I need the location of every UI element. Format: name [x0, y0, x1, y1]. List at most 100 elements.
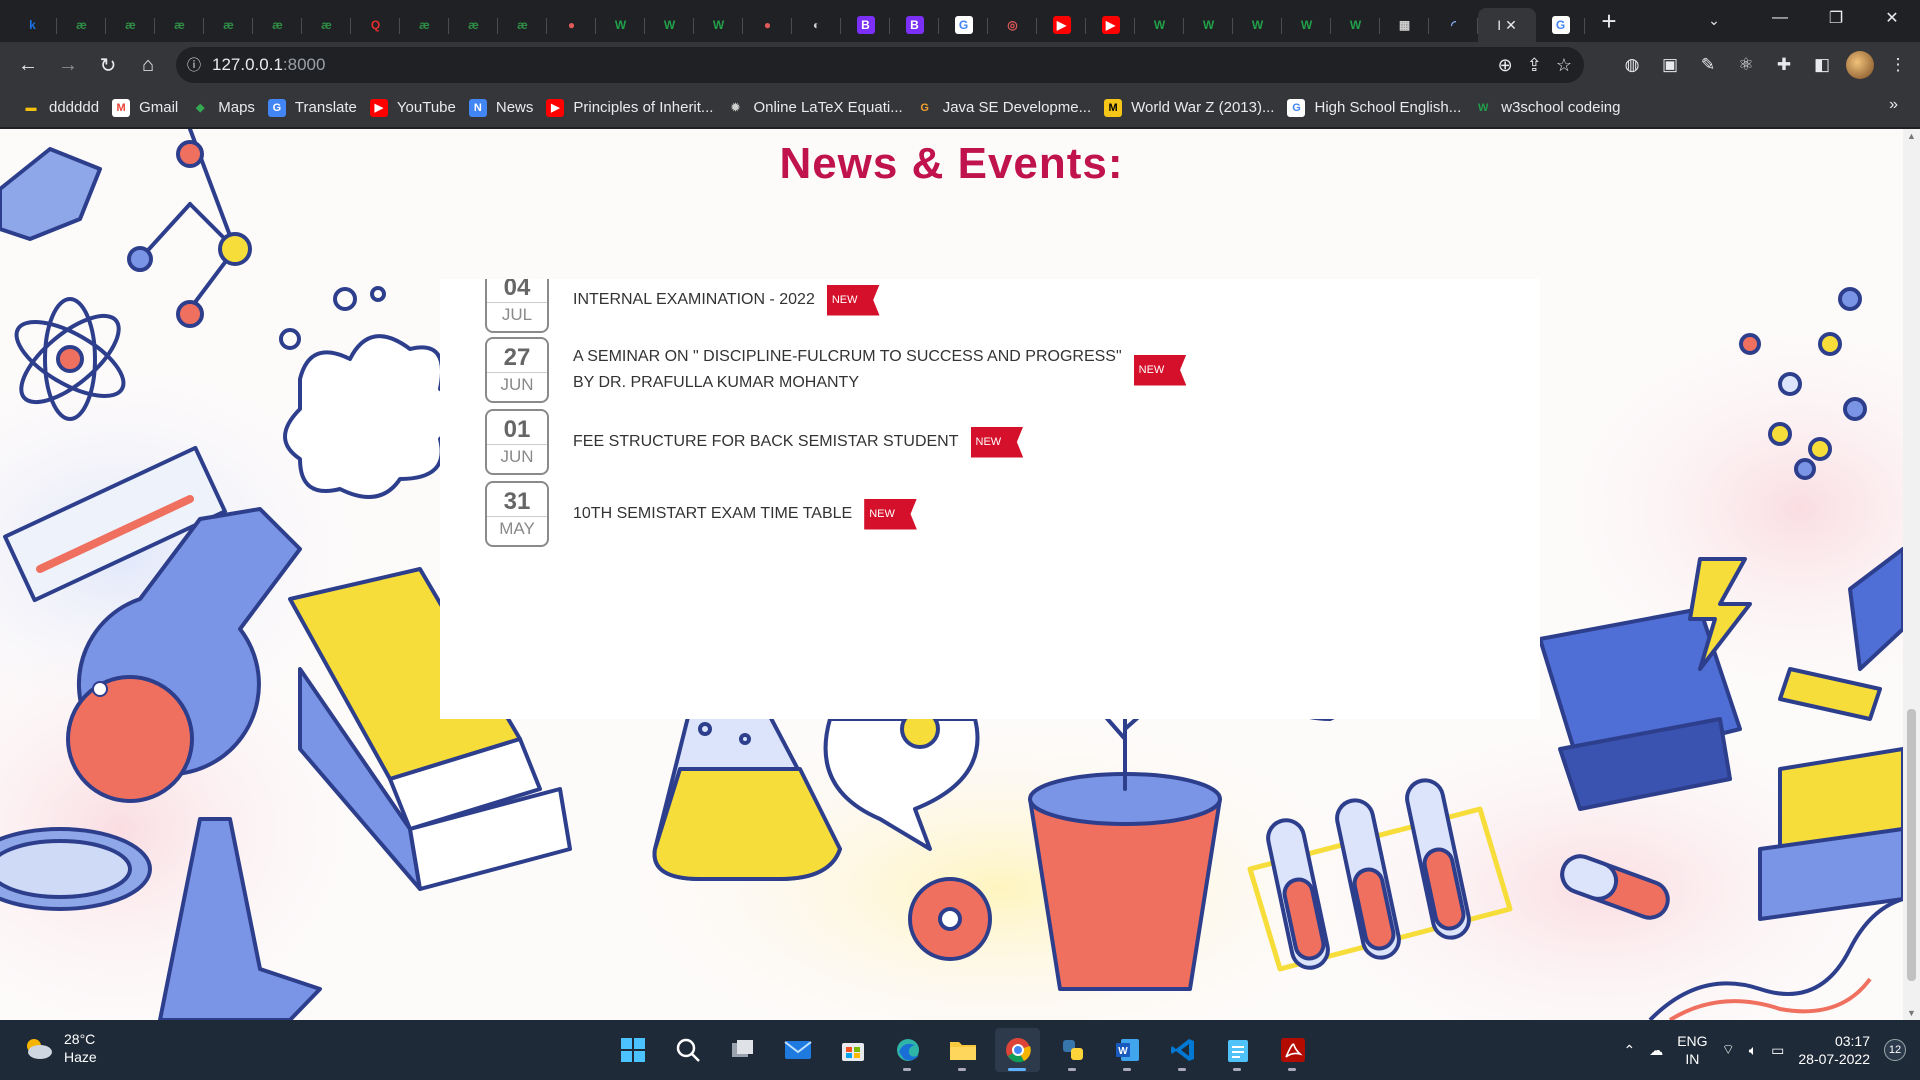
bookmark-item[interactable]: ▬ dddddd — [18, 94, 108, 122]
browser-tab[interactable]: B — [841, 8, 890, 42]
puzzle-icon[interactable]: ✚ — [1770, 51, 1798, 79]
browser-tab[interactable]: G — [1536, 8, 1585, 42]
news-item[interactable]: 04 JUL INTERNAL EXAMINATION - 2022 New — [485, 279, 880, 333]
forward-button[interactable]: → — [48, 47, 88, 83]
onedrive-icon[interactable]: ☁ — [1649, 1042, 1663, 1059]
new-tab-button[interactable]: + — [1591, 3, 1627, 39]
news-link[interactable]: INTERNAL EXAMINATION - 2022 New — [573, 284, 880, 316]
language-indicator[interactable]: ENG IN — [1677, 1032, 1707, 1068]
show-hidden-icons-icon[interactable]: ⌃ — [1623, 1042, 1635, 1059]
pen-extension-icon[interactable]: ✎ — [1694, 51, 1722, 79]
browser-tab[interactable]: W — [645, 8, 694, 42]
browser-tab[interactable]: ▦ — [1380, 8, 1429, 42]
bookmark-item[interactable]: N News — [465, 94, 543, 122]
browser-tab[interactable]: W — [1135, 8, 1184, 42]
bookmark-item[interactable]: ✹ Online LaTeX Equati... — [722, 94, 911, 122]
scroll-up-icon[interactable]: ▲ — [1907, 131, 1916, 141]
start-button[interactable] — [610, 1028, 655, 1072]
browser-tab[interactable]: ▶ — [1086, 8, 1135, 42]
browser-tab[interactable]: æ — [253, 8, 302, 42]
browser-tab[interactable]: W — [1282, 8, 1331, 42]
battery-icon[interactable]: ▭ — [1771, 1042, 1784, 1059]
browser-tab[interactable]: W — [694, 8, 743, 42]
browser-tab[interactable]: ◐ — [792, 8, 841, 42]
news-item[interactable]: 31 MAY 10TH SEMISTART EXAM TIME TABLE New — [485, 481, 917, 547]
search-button[interactable] — [665, 1028, 710, 1072]
python-app[interactable] — [1050, 1028, 1095, 1072]
browser-tab[interactable]: W — [1233, 8, 1282, 42]
browser-tab[interactable]: G — [939, 8, 988, 42]
news-link[interactable]: A SEMINAR ON " DISCIPLINE-FULCRUM TO SUC… — [573, 344, 1187, 396]
word-app[interactable]: W — [1105, 1028, 1150, 1072]
bookmark-item[interactable]: ▶ Principles of Inherit... — [542, 94, 722, 122]
active-browser-tab[interactable]: I ✕ — [1478, 8, 1536, 42]
news-link[interactable]: 10TH SEMISTART EXAM TIME TABLE New — [573, 498, 917, 530]
bookmark-star-icon[interactable]: ☆ — [1556, 55, 1572, 76]
browser-tab[interactable]: æ — [155, 8, 204, 42]
browser-tab[interactable]: W — [1331, 8, 1380, 42]
browser-tab[interactable]: Q — [351, 8, 400, 42]
news-link[interactable]: FEE STRUCTURE FOR BACK SEMISTAR STUDENT N… — [573, 426, 1024, 458]
browser-tab[interactable]: æ — [106, 8, 155, 42]
acrobat-app[interactable] — [1270, 1028, 1315, 1072]
profile-avatar[interactable] — [1846, 51, 1874, 79]
browser-tab[interactable]: W — [596, 8, 645, 42]
bookmark-item[interactable]: M World War Z (2013)... — [1100, 94, 1283, 122]
bookmarks-overflow-icon[interactable]: » — [1889, 96, 1898, 114]
mail-app[interactable] — [775, 1028, 820, 1072]
volume-icon[interactable]: 🔈︎ — [1749, 1042, 1757, 1059]
bookmark-item[interactable]: G Translate — [264, 94, 366, 122]
browser-tab[interactable]: æ — [498, 8, 547, 42]
chrome-app[interactable] — [995, 1028, 1040, 1072]
side-panel-icon[interactable]: ◧ — [1808, 51, 1836, 79]
page-scrollbar[interactable]: ▲ ▼ — [1903, 129, 1920, 1020]
bookmark-item[interactable]: M Gmail — [108, 94, 187, 122]
address-bar[interactable]: ⓘ 127.0.0.1:8000 ⊕ ⇪ ☆ — [176, 47, 1584, 83]
news-item[interactable]: 01 JUN FEE STRUCTURE FOR BACK SEMISTAR STU… — [485, 409, 1024, 475]
browser-tab[interactable]: æ — [400, 8, 449, 42]
browser-tab[interactable]: ◜ — [1429, 8, 1478, 42]
close-window-button[interactable]: ✕ — [1864, 0, 1920, 36]
weather-widget[interactable]: 28°C Haze — [22, 1030, 97, 1066]
restore-button[interactable]: ❐ — [1808, 0, 1864, 36]
task-view-button[interactable] — [720, 1028, 765, 1072]
site-info-icon[interactable]: ⓘ — [176, 55, 212, 75]
file-explorer-app[interactable] — [940, 1028, 985, 1072]
bookmark-item[interactable]: ◆ Maps — [187, 94, 264, 122]
news-item[interactable]: 27 JUN A SEMINAR ON " DISCIPLINE-FULCRUM T… — [485, 337, 1187, 403]
notification-badge[interactable]: 12 — [1884, 1039, 1906, 1061]
minimize-button[interactable]: — — [1752, 0, 1808, 36]
browser-tab[interactable]: æ — [302, 8, 351, 42]
clock[interactable]: 03:17 28-07-2022 — [1798, 1032, 1870, 1068]
back-button[interactable]: ← — [8, 47, 48, 83]
browser-tab[interactable]: ◎ — [988, 8, 1037, 42]
bookmark-item[interactable]: ▶ YouTube — [366, 94, 465, 122]
share-icon[interactable]: ⇪ — [1527, 55, 1542, 76]
extension-icon[interactable]: ▣ — [1656, 51, 1684, 79]
browser-tab[interactable]: æ — [204, 8, 253, 42]
home-button[interactable]: ⌂ — [128, 47, 168, 83]
vscode-app[interactable] — [1160, 1028, 1205, 1072]
edge-app[interactable] — [885, 1028, 930, 1072]
reload-button[interactable]: ↻ — [88, 47, 128, 83]
menu-kebab-icon[interactable]: ⋮ — [1884, 51, 1912, 79]
browser-tab[interactable]: æ — [449, 8, 498, 42]
extension-icon[interactable]: ◍ — [1618, 51, 1646, 79]
tab-close-icon[interactable]: ✕ — [1505, 17, 1517, 34]
bookmark-item[interactable]: G Java SE Developme... — [912, 94, 1100, 122]
scrollbar-thumb[interactable] — [1907, 709, 1916, 981]
browser-tab[interactable]: ● — [743, 8, 792, 42]
zoom-icon[interactable]: ⊕ — [1498, 55, 1513, 76]
browser-tab[interactable]: ● — [547, 8, 596, 42]
scroll-down-icon[interactable]: ▼ — [1907, 1008, 1916, 1018]
browser-tab[interactable]: B — [890, 8, 939, 42]
tab-search-icon[interactable]: ⌄ — [1700, 6, 1728, 34]
store-app[interactable] — [830, 1028, 875, 1072]
bookmark-item[interactable]: G High School English... — [1283, 94, 1470, 122]
browser-tab[interactable]: k — [8, 8, 57, 42]
wifi-icon[interactable]: ⌔ — [1722, 1041, 1735, 1059]
notepad-app[interactable] — [1215, 1028, 1260, 1072]
browser-tab[interactable]: æ — [57, 8, 106, 42]
react-extension-icon[interactable]: ⚛ — [1732, 51, 1760, 79]
browser-tab[interactable]: W — [1184, 8, 1233, 42]
